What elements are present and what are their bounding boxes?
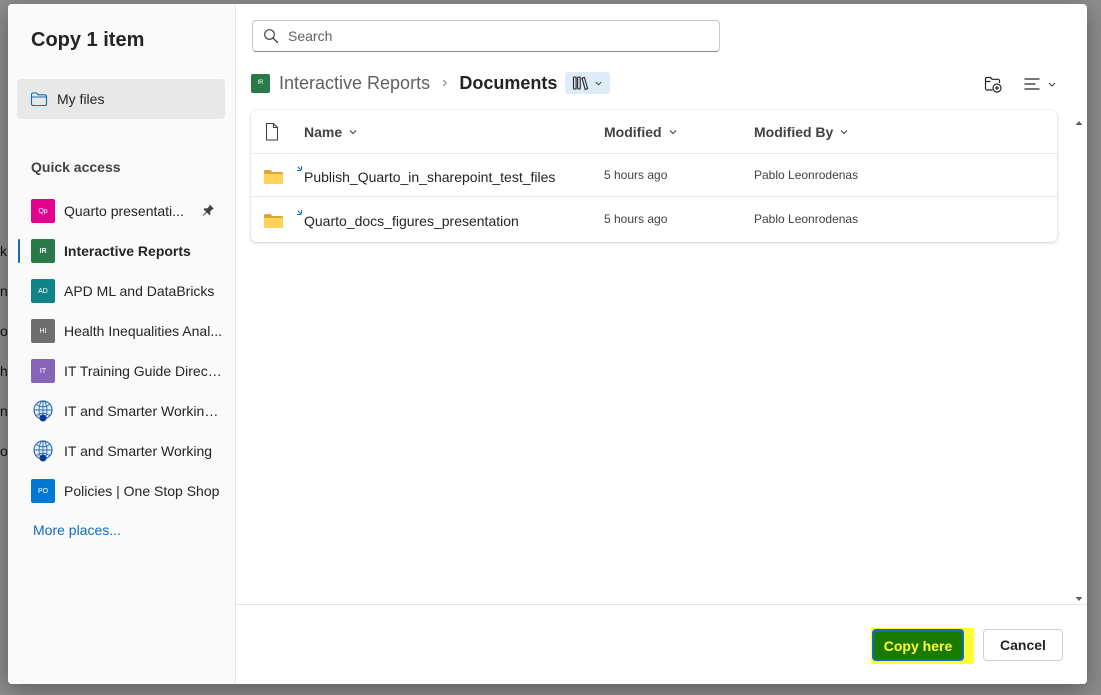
folder-icon [30,91,48,107]
my-files-button[interactable]: My files [17,79,225,119]
quick-access-site[interactable]: Qp Quarto presentati... [8,191,236,231]
column-header-modified[interactable]: Modified [604,124,678,140]
folder-icon [263,169,284,185]
table-row[interactable]: Quarto_docs_figures_presentation 5 hours… [251,198,1057,241]
modified-by-cell: Pablo Leonrodenas [754,168,859,182]
site-label: Quarto presentati... [64,203,184,219]
file-type-header-icon [264,122,280,142]
site-tile: Qp [31,199,55,223]
dialog-footer: Copy here Cancel [236,604,1087,684]
breadcrumb-separator: › [442,74,448,91]
site-tile: IR [31,239,55,263]
site-label: Interactive Reports [64,243,191,259]
dialog-title: Copy 1 item [31,29,145,51]
new-folder-button[interactable] [983,74,1003,94]
quick-access-heading: Quick access [31,159,121,175]
chevron-down-icon [349,130,357,135]
search-box[interactable] [252,20,720,52]
modified-cell: 5 hours ago [604,212,668,226]
file-list: Name Modified Modified By Publish_Quarto… [251,110,1057,242]
site-label: IT Training Guide Direct... [64,363,222,379]
folder-icon [263,213,284,229]
quick-access-site[interactable]: IT and Smarter Working [8,431,236,471]
breadcrumb: IR Interactive Reports › Documents [251,70,611,96]
site-tile: AD [31,279,55,303]
chevron-down-icon [669,130,676,135]
cancel-button[interactable]: Cancel [983,629,1063,661]
site-label: IT and Smarter Working... [64,403,222,419]
search-icon [263,28,279,44]
column-header-label: Modified [604,124,662,140]
folder-name[interactable]: Quarto_docs_figures_presentation [304,213,519,229]
copy-here-label: Copy here [874,632,962,659]
view-options-button[interactable] [1022,74,1062,94]
chevron-down-icon [595,81,602,86]
globe-logo-icon [31,399,55,423]
folder-name[interactable]: Publish_Quarto_in_sharepoint_test_files [304,169,555,185]
modified-cell: 5 hours ago [604,168,668,182]
site-label: IT and Smarter Working [64,443,213,459]
modified-by-cell: Pablo Leonrodenas [754,212,859,226]
quick-access-site-active[interactable]: IR Interactive Reports [8,231,236,271]
copy-dialog: Copy 1 item My files Quick access Qp Qua… [8,4,1087,684]
column-header-modified-by[interactable]: Modified By [754,124,849,140]
site-tile: IR [251,73,270,93]
new-folder-icon [984,76,1002,93]
column-header-label: Modified By [754,124,834,140]
site-label: Policies | One Stop Shop [64,483,220,499]
quick-access-site[interactable]: HI Health Inequalities Anal... [8,311,236,351]
scroll-down-arrow[interactable] [1075,590,1083,601]
more-places-link[interactable]: More places... [33,522,121,538]
site-tile: PO [31,479,55,503]
site-label: Health Inequalities Anal... [64,323,222,339]
globe-logo-icon [31,439,55,463]
view-options-icon [1024,78,1056,90]
copy-here-button[interactable]: Copy here [872,629,964,661]
column-header-label: Name [304,124,343,140]
column-header-name[interactable]: Name [304,124,358,140]
breadcrumb-current: Documents [459,72,558,93]
site-tile: IT [31,359,55,383]
quick-access-site[interactable]: IT and Smarter Working... [8,391,236,431]
location-pane: Copy 1 item My files Quick access Qp Qua… [8,4,236,684]
scroll-up-arrow[interactable] [1075,114,1083,125]
quick-access-site[interactable]: AD APD ML and DataBricks [8,271,236,311]
site-tile: HI [31,319,55,343]
pin-icon[interactable] [201,203,215,217]
my-files-label: My files [57,91,105,107]
file-list-header: Name Modified Modified By [251,110,1057,154]
quick-access-site[interactable]: IT IT Training Guide Direct... [8,351,236,391]
quick-access-list: Qp Quarto presentati... IR Interactive R… [8,191,236,511]
table-row[interactable]: Publish_Quarto_in_sharepoint_test_files … [251,154,1057,197]
site-label: APD ML and DataBricks [64,283,215,299]
chevron-down-icon [840,130,848,135]
breadcrumb-site-link[interactable]: Interactive Reports [279,73,430,94]
library-icon [573,76,589,91]
quick-access-site[interactable]: PO Policies | One Stop Shop [8,471,236,511]
search-input[interactable] [288,28,708,44]
library-switcher-button[interactable] [565,72,611,94]
